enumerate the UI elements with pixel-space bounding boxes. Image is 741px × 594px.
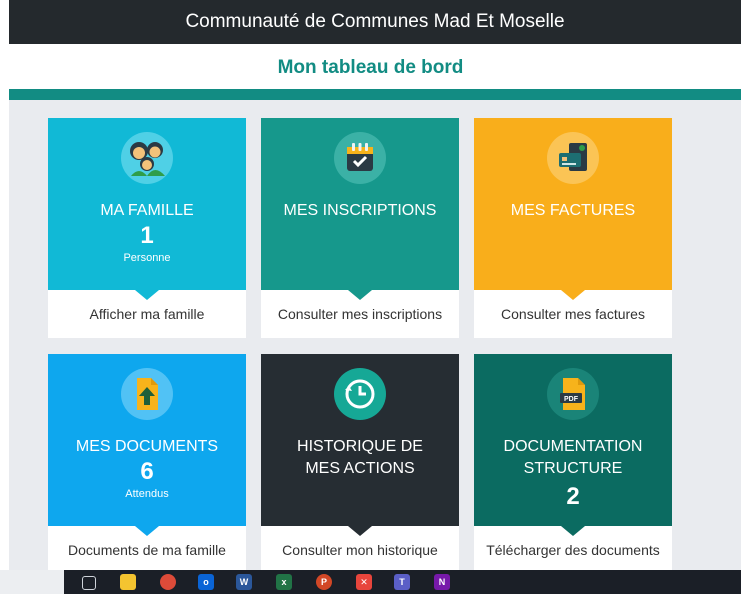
word-icon[interactable]: W (236, 574, 252, 590)
card-count: 2 (566, 483, 580, 510)
card-mes-inscriptions[interactable]: MES INSCRIPTIONS Consulter mes inscripti… (261, 118, 459, 338)
card-title: MES DOCUMENTS (75, 438, 219, 455)
card-historique[interactable]: HISTORIQUE DE MES ACTIONS Consulter mon … (261, 354, 459, 574)
card-title: MA FAMILLE (100, 202, 194, 219)
card-title: MES INSCRIPTIONS (283, 202, 437, 219)
history-icon (334, 368, 386, 420)
xmind-icon[interactable]: ✕ (356, 574, 372, 590)
card-count: 1 (140, 222, 154, 249)
powerpoint-icon[interactable]: P (316, 574, 332, 590)
card-pointer (135, 290, 159, 300)
title-divider (9, 89, 741, 100)
card-unit: Attendus (125, 488, 169, 500)
card-pointer (561, 526, 585, 536)
document-upload-icon (121, 368, 173, 420)
taskbar-search-area[interactable] (0, 570, 64, 594)
card-pointer (561, 290, 585, 300)
card-count: 6 (140, 458, 154, 485)
card-documentation-structure[interactable]: PDF DOCUMENTATION STRUCTURE 2 Télécharge… (474, 354, 672, 574)
page-title: Mon tableau de bord (0, 52, 741, 84)
teams-icon[interactable]: T (394, 574, 410, 590)
card-title: DOCUMENTATION STRUCTURE (503, 438, 643, 477)
card-title: MES FACTURES (510, 202, 636, 219)
excel-icon[interactable]: x (276, 574, 292, 590)
pdf-icon: PDF (547, 368, 599, 420)
dashboard-grid: MA FAMILLE 1 Personne Afficher ma famill… (9, 100, 741, 574)
windows-taskbar: o W x P ✕ T N (0, 570, 741, 594)
file-explorer-icon[interactable] (120, 574, 136, 590)
card-mes-documents[interactable]: MES DOCUMENTS 6 Attendus Documents de ma… (48, 354, 246, 574)
card-pointer (348, 526, 372, 536)
card-mes-factures[interactable]: MES FACTURES Consulter mes factures (474, 118, 672, 338)
card-unit: Personne (123, 252, 171, 264)
dashboard-title: Mon tableau de bord (277, 57, 464, 78)
invoice-icon (547, 132, 599, 184)
svg-text:PDF: PDF (564, 396, 579, 403)
chrome-icon[interactable] (160, 574, 176, 590)
card-pointer (135, 526, 159, 536)
card-pointer (348, 290, 372, 300)
outlook-icon[interactable]: o (198, 574, 214, 590)
task-view-icon[interactable] (82, 576, 96, 590)
onenote-icon[interactable]: N (434, 574, 450, 590)
site-title: Communauté de Communes Mad Et Moselle (185, 11, 565, 32)
card-ma-famille[interactable]: MA FAMILLE 1 Personne Afficher ma famill… (48, 118, 246, 338)
family-icon (121, 132, 173, 184)
calendar-check-icon (334, 132, 386, 184)
app-header: Communauté de Communes Mad Et Moselle (9, 0, 741, 44)
card-title: HISTORIQUE DE MES ACTIONS (297, 438, 423, 477)
